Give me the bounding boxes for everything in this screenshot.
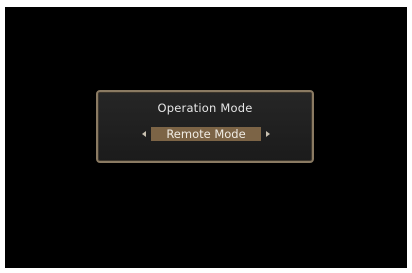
mode-selector[interactable]: Remote Mode (142, 127, 270, 141)
arrow-right-icon[interactable] (266, 131, 270, 137)
tv-screen: Operation Mode Remote Mode (5, 7, 407, 268)
operation-mode-dialog: Operation Mode Remote Mode (96, 90, 314, 163)
dialog-title: Operation Mode (157, 101, 253, 115)
selected-mode-value[interactable]: Remote Mode (151, 127, 261, 141)
arrow-left-icon[interactable] (142, 131, 146, 137)
